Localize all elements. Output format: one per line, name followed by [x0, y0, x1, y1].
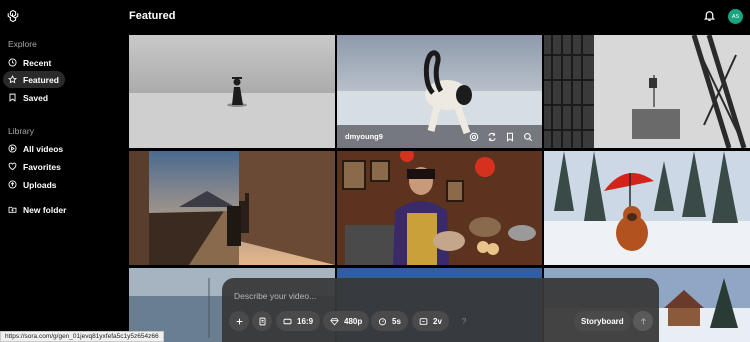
upload-icon	[8, 180, 17, 189]
help-button[interactable]: ?	[454, 311, 474, 331]
sidebar-item-recent[interactable]: Recent	[3, 54, 57, 71]
sidebar-item-label: Uploads	[23, 179, 57, 190]
storyboard-button[interactable]: Storyboard	[574, 311, 631, 331]
sidebar-item-label: All videos	[23, 143, 64, 154]
sidebar-item-label: Recent	[23, 57, 52, 68]
star-icon	[8, 75, 17, 84]
variations-button[interactable]: 2v	[412, 311, 449, 331]
folder-plus-icon	[8, 206, 17, 213]
bell-icon[interactable]	[703, 9, 716, 22]
sidebar-item-featured[interactable]: Featured	[3, 71, 65, 88]
video-thumbnail	[337, 151, 542, 265]
duration-button[interactable]: 5s	[371, 311, 408, 331]
duration-label: 5s	[392, 316, 401, 326]
sidebar-item-favorites[interactable]: Favorites	[3, 158, 67, 175]
sidebar-item-new-folder[interactable]: New folder	[3, 201, 72, 218]
heart-icon	[8, 162, 17, 171]
presets-button[interactable]	[252, 311, 272, 331]
sidebar-item-uploads[interactable]: Uploads	[3, 176, 63, 193]
status-bar-url: https://sora.com/g/gen_01jevq81yxfefa5c1…	[0, 331, 164, 342]
loop-icon[interactable]	[469, 132, 479, 142]
plus-icon	[236, 318, 242, 324]
aspect-ratio-button[interactable]: 16:9	[276, 311, 321, 331]
page-title: Featured	[129, 10, 176, 22]
storyboard-label: Storyboard	[581, 316, 624, 326]
video-tile-dmyoung9[interactable]: dmyoung9	[337, 35, 542, 148]
variations-label: 2v	[433, 316, 442, 326]
bookmark-icon[interactable]	[505, 132, 515, 142]
resolution-button[interactable]: 480p	[323, 311, 370, 331]
video-tile-figure-in-snow[interactable]	[129, 35, 335, 148]
document-icon	[259, 317, 265, 325]
sidebar: Explore Recent Featured Saved Library Al…	[0, 0, 122, 342]
sidebar-item-all-videos[interactable]: All videos	[3, 140, 69, 157]
bookmark-icon	[9, 93, 16, 102]
video-thumbnail	[544, 151, 750, 265]
library-section-label: Library	[8, 126, 34, 136]
video-thumbnail	[544, 35, 750, 148]
search-icon[interactable]	[523, 132, 533, 142]
sidebar-item-label: Favorites	[23, 161, 61, 172]
video-tile-orangutan-umbrella[interactable]	[544, 151, 750, 265]
variations-icon	[419, 317, 428, 325]
diamond-icon	[330, 317, 339, 326]
video-tile-cooking[interactable]	[337, 151, 542, 265]
sidebar-item-label: New folder	[23, 204, 67, 215]
add-media-button[interactable]	[229, 311, 249, 331]
arrow-up-icon	[640, 317, 646, 324]
aspect-ratio-label: 16:9	[297, 316, 314, 326]
video-thumbnail	[129, 151, 335, 265]
video-tile-crane[interactable]	[544, 35, 750, 148]
sidebar-item-saved[interactable]: Saved	[3, 89, 54, 106]
openai-logo-icon[interactable]	[6, 9, 20, 23]
submit-button[interactable]	[633, 311, 653, 331]
prompt-input[interactable]: Describe your video...	[234, 291, 316, 301]
video-tile-castle-corridor[interactable]	[129, 151, 335, 265]
grid-icon	[8, 144, 17, 153]
sidebar-item-label: Featured	[23, 74, 59, 85]
clock-icon	[8, 58, 17, 67]
timer-icon	[378, 317, 387, 325]
resolution-label: 480p	[344, 316, 363, 326]
video-thumbnail	[129, 35, 335, 148]
prompt-composer: Describe your video... 16:9 480p 5s 2v ?…	[222, 278, 659, 342]
avatar[interactable]: AS	[728, 9, 743, 24]
aspect-ratio-icon	[283, 318, 292, 324]
remix-icon[interactable]	[487, 132, 497, 142]
explore-section-label: Explore	[8, 39, 37, 49]
sidebar-item-label: Saved	[23, 92, 49, 103]
tile-username[interactable]: dmyoung9	[345, 132, 383, 141]
